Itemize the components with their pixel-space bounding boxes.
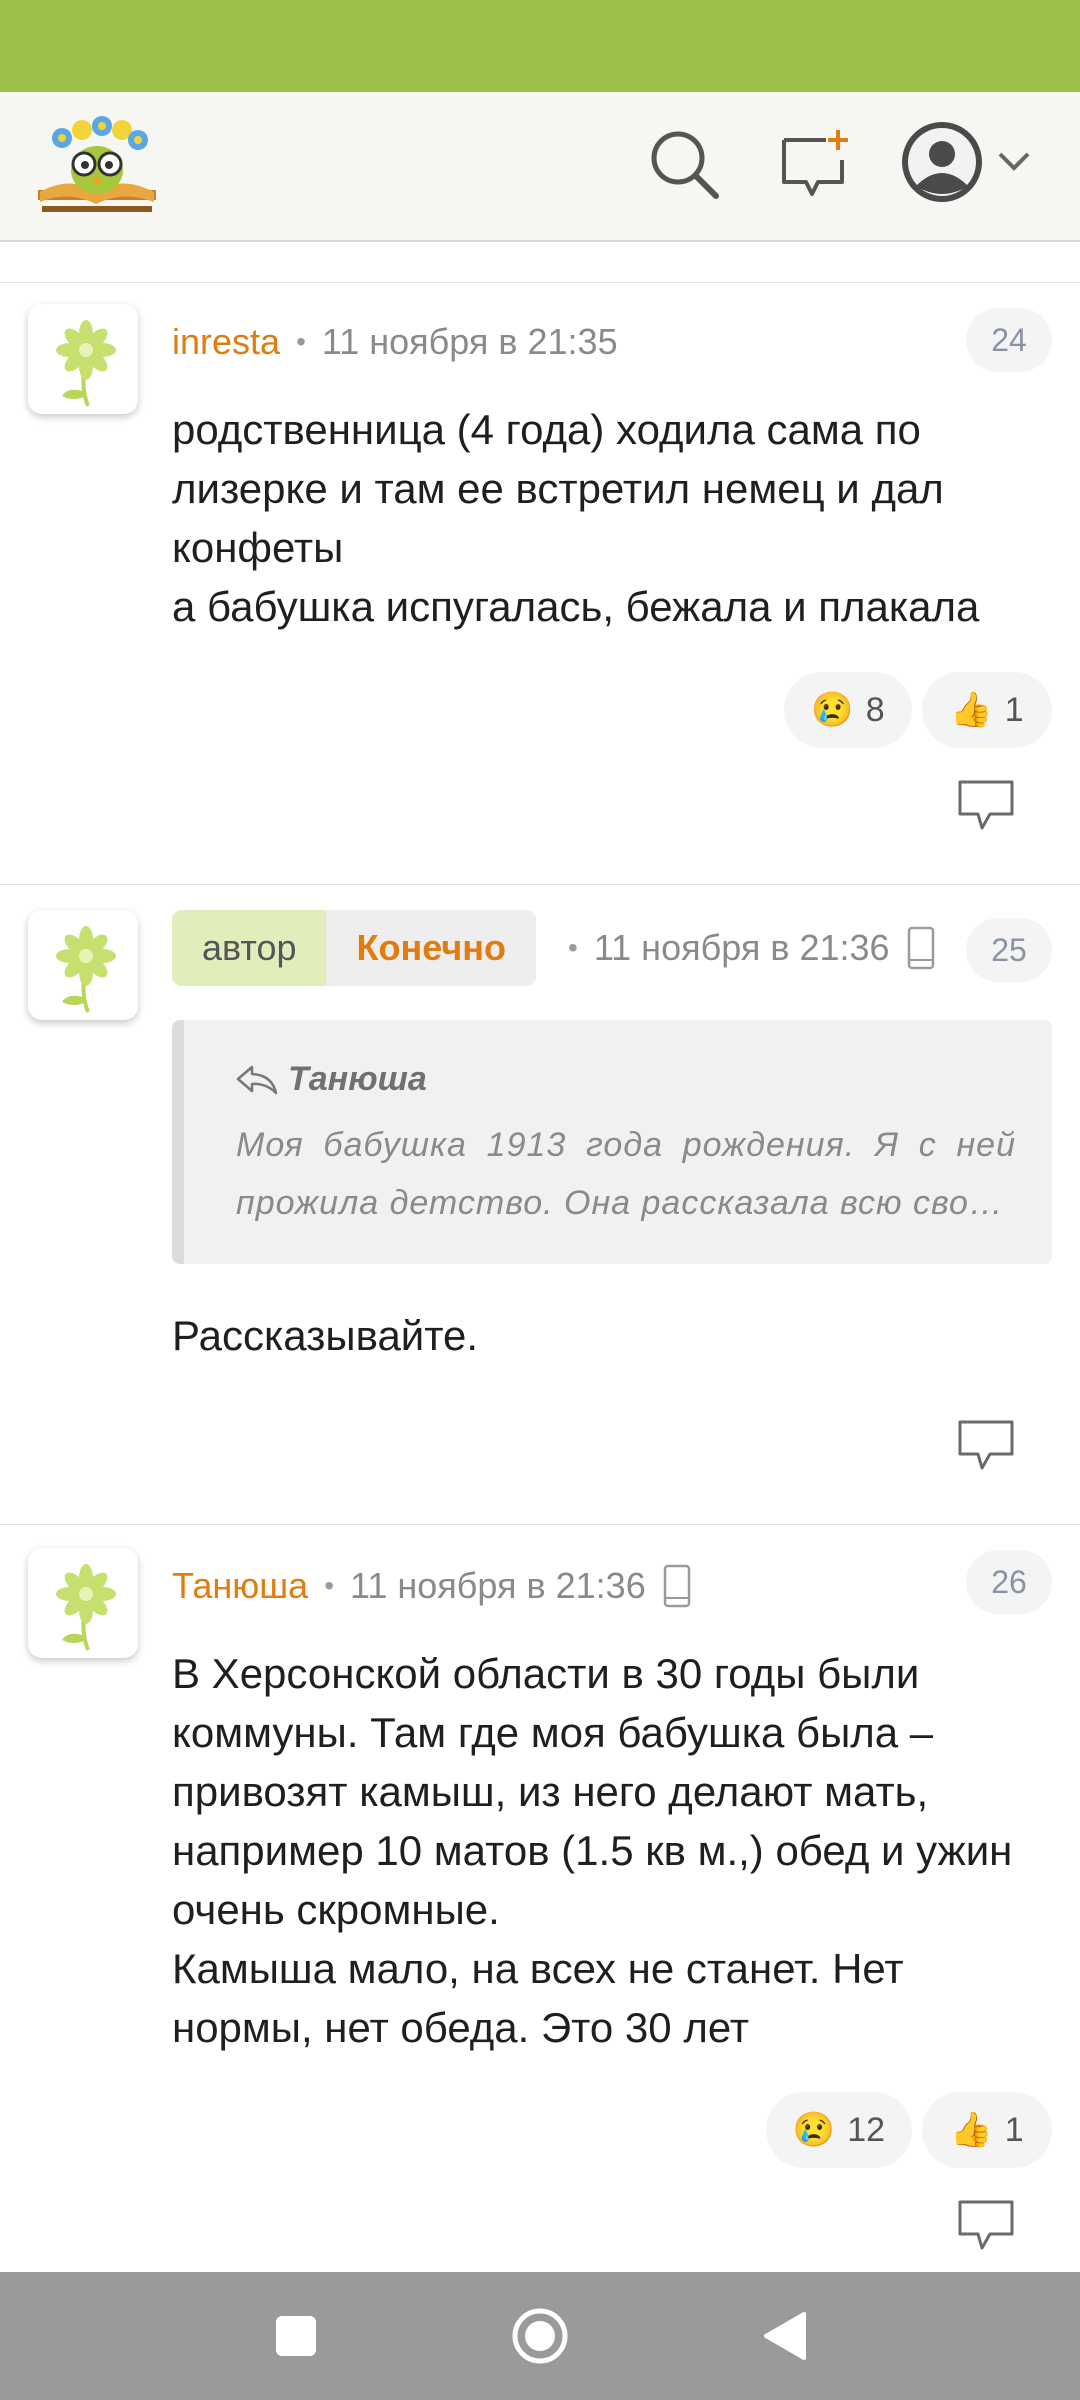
- separator-dot: •: [296, 326, 306, 357]
- site-logo[interactable]: [34, 110, 160, 216]
- comment-time[interactable]: 11 ноября в 21:36: [594, 927, 890, 969]
- flower-avatar-icon: [56, 1564, 116, 1651]
- home-button[interactable]: [504, 2300, 576, 2372]
- comment-author[interactable]: Конечно: [326, 910, 536, 986]
- comment-number[interactable]: 25: [966, 918, 1052, 982]
- comment-time[interactable]: 11 ноября в 21:36: [350, 1565, 646, 1607]
- triangle-back-icon: [764, 2312, 806, 2360]
- reply-icon[interactable]: [956, 1418, 1016, 1474]
- search-icon: [651, 131, 719, 199]
- avatar[interactable]: [28, 304, 138, 414]
- new-post-button[interactable]: [772, 122, 856, 206]
- quote-author: Танюша: [288, 1060, 427, 1098]
- comment-time[interactable]: 11 ноября в 21:35: [322, 321, 618, 363]
- flower-avatar-icon: [56, 926, 116, 1013]
- reply-icon[interactable]: [956, 778, 1016, 834]
- comment-number[interactable]: 26: [966, 1550, 1052, 1614]
- avatar[interactable]: [28, 1548, 138, 1658]
- comment-text: родственница (4 года) ходила сама по лиз…: [172, 406, 980, 630]
- thumbs-up-icon: 👍: [950, 691, 993, 729]
- comment-meta: • 11 ноября в 21:36: [552, 918, 936, 978]
- divider: [0, 1524, 1080, 1525]
- quote-author-line: Танюша: [234, 1060, 427, 1099]
- app-header: [0, 92, 1080, 242]
- square-icon: [276, 2316, 316, 2356]
- comment-text: Рассказывайте.: [172, 1312, 479, 1359]
- comment-number[interactable]: 24: [966, 308, 1052, 372]
- mobile-phone-icon: [907, 926, 934, 970]
- reaction-sad[interactable]: 😢 8: [784, 672, 912, 748]
- user-menu[interactable]: [900, 118, 1040, 208]
- chat-plus-icon: [782, 130, 848, 196]
- author-tag[interactable]: автор Конечно: [172, 910, 536, 986]
- reaction-like[interactable]: 👍 1: [922, 2092, 1052, 2168]
- status-bar: [0, 0, 1080, 92]
- sad-emoji-icon: 😢: [792, 2111, 836, 2149]
- divider: [0, 282, 1080, 283]
- avatar[interactable]: [28, 910, 138, 1020]
- sad-emoji-icon: 😢: [811, 691, 854, 729]
- divider: [0, 884, 1080, 885]
- reaction-count: 1: [1004, 2110, 1024, 2149]
- chevron-down-icon: [998, 152, 1030, 171]
- quote-text: Моя бабушка 1913 года рождения. Я с ней …: [236, 1126, 1016, 1222]
- author-badge: автор: [172, 910, 327, 986]
- reaction-count: 1: [1004, 690, 1024, 729]
- separator-dot: •: [324, 1570, 334, 1601]
- comment-meta: inresta • 11 ноября в 21:35: [172, 312, 618, 372]
- reply-arrow-icon: [236, 1065, 278, 1094]
- reaction-count: 8: [865, 690, 885, 729]
- comment-meta: Танюша • 11 ноября в 21:36: [172, 1556, 692, 1616]
- thumbs-up-icon: 👍: [950, 2111, 993, 2149]
- comment-author[interactable]: Танюша: [172, 1565, 308, 1607]
- comment-text: В Херсонской области в 30 годы были комм…: [172, 1650, 1013, 2051]
- quote-block[interactable]: Танюша Моя бабушка 1913 года рождения. Я…: [172, 1020, 1052, 1264]
- search-button[interactable]: [642, 122, 726, 206]
- circle-icon: [512, 2308, 568, 2364]
- mobile-phone-icon: [663, 1564, 690, 1608]
- separator-dot: •: [568, 932, 578, 963]
- flower-avatar-icon: [56, 320, 116, 407]
- user-avatar-icon: [902, 122, 982, 202]
- reaction-sad[interactable]: 😢 12: [766, 2092, 912, 2168]
- back-button[interactable]: [748, 2300, 820, 2372]
- reaction-count: 12: [847, 2110, 886, 2149]
- reaction-like[interactable]: 👍 1: [922, 672, 1052, 748]
- recents-button[interactable]: [260, 2300, 332, 2372]
- system-navigation-bar: [0, 2272, 1080, 2400]
- comment-author[interactable]: inresta: [172, 321, 280, 363]
- reply-icon[interactable]: [956, 2198, 1016, 2254]
